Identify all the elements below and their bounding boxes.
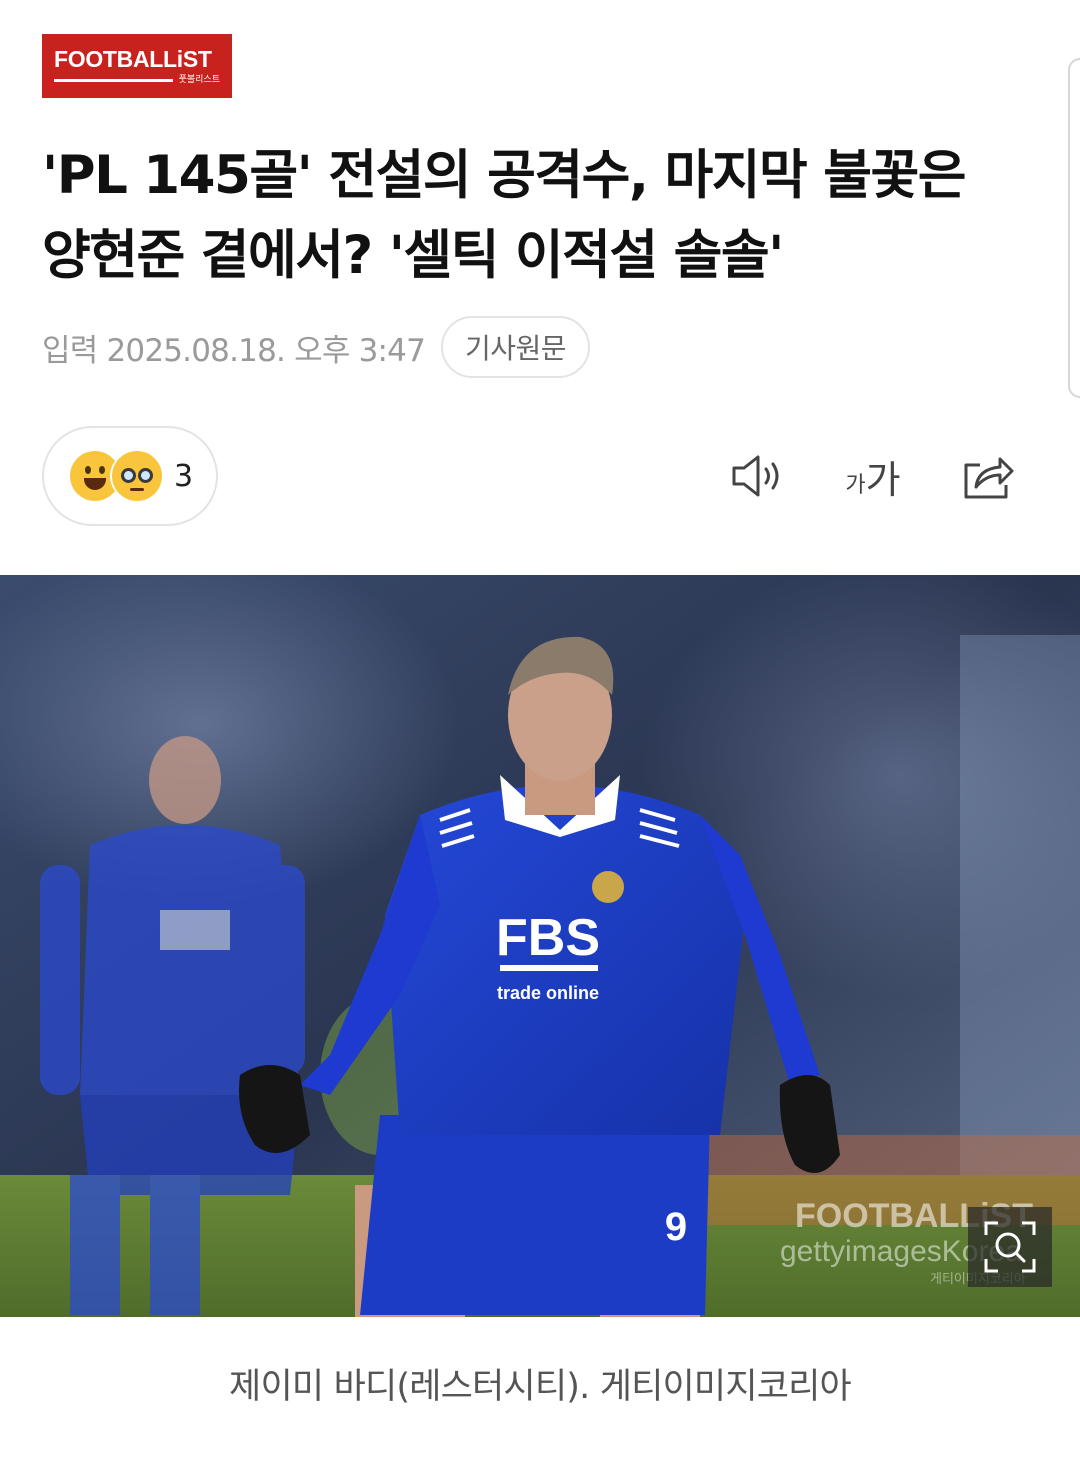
article-title: 'PL 145골' 전설의 공격수, 마지막 불꽃은 양현준 곁에서? '셀틱 … [42,136,1042,296]
brand-logo-bar [54,78,173,82]
brand-logo-text: FOOTBALLiST [54,45,212,72]
article-photo[interactable]: FBS trade online 9 FOOTBALLiST gettyimag… [0,575,1080,1317]
scrollbar[interactable] [1068,58,1080,398]
speaker-icon [732,455,779,497]
share-button[interactable] [956,446,1020,506]
shirt-number: 9 [665,1205,687,1249]
reaction-count: 3 [174,458,194,494]
original-article-button[interactable]: 기사원문 [441,316,591,378]
article-title-line2: 양현준 곁에서? '셀틱 이적설 솔솔' [42,225,784,286]
glasses-emoji-icon [112,451,162,501]
reaction-button[interactable]: 3 [42,426,218,526]
font-size-button[interactable]: 가 가 [836,446,910,506]
brand-logo-subtext: 풋볼리스트 [178,74,220,85]
article-title-line1: 'PL 145골' 전설의 공격수, 마지막 불꽃은 [42,145,966,206]
photo-zoom-button[interactable] [968,1207,1052,1287]
article-meta: 입력 2025.08.18. 오후 3:47 기사원문 [42,316,591,378]
shirt-sponsor-sub: trade online [497,983,599,1003]
font-size-large-label: 가 [865,457,901,502]
font-size-small-label: 가 [845,473,866,498]
share-icon [964,457,1014,499]
shirt-sponsor: FBS [496,909,600,967]
brand-logo[interactable]: FOOTBALLiST 풋볼리스트 [42,34,232,98]
zoom-search-icon [984,1221,1036,1273]
publish-date: 입력 2025.08.18. 오후 3:47 [42,332,426,369]
text-to-speech-button[interactable] [726,446,790,506]
photo-caption: 제이미 바디(레스터시티). 게티이미지코리아 [229,1367,852,1407]
player-photo-image: FBS trade online 9 FOOTBALLiST gettyimag… [0,575,1080,1317]
